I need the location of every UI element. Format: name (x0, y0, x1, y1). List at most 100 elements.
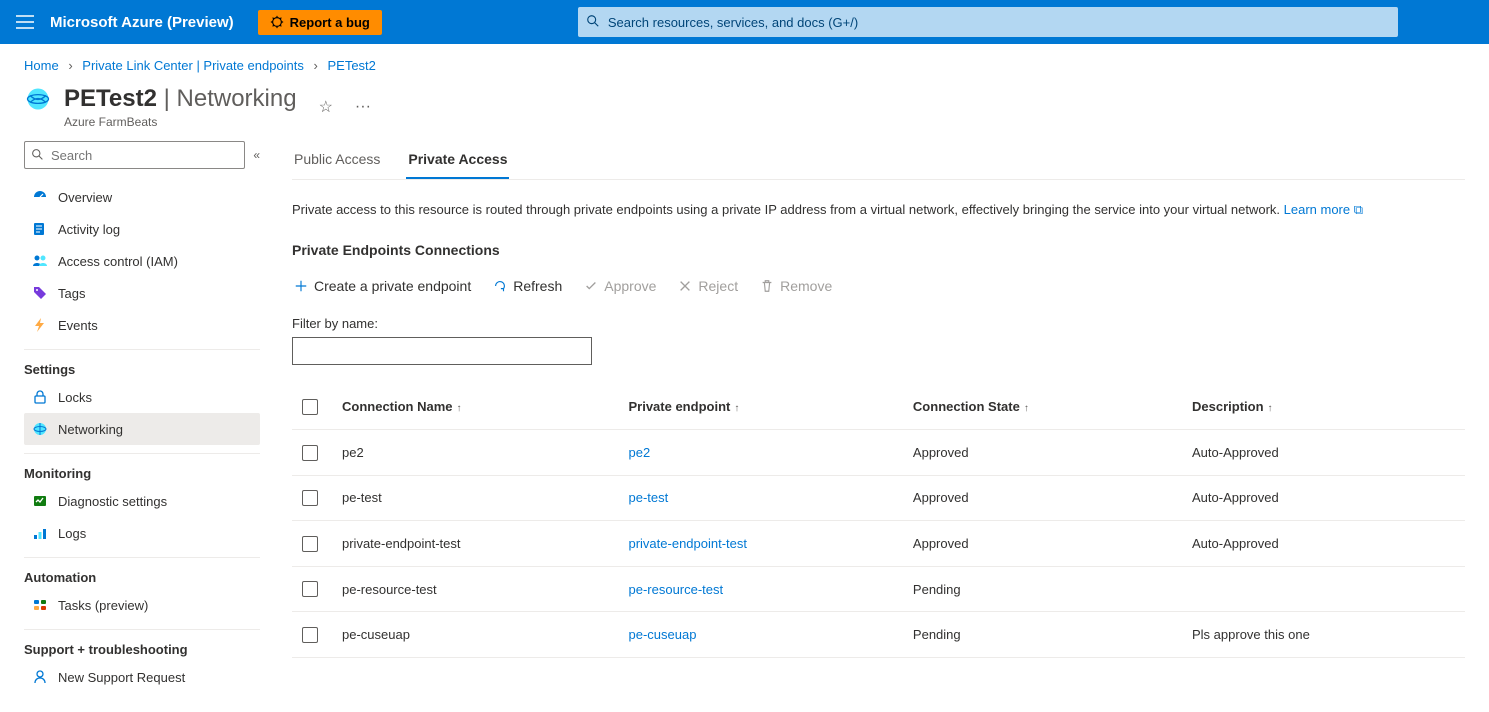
remove-button: Remove (758, 274, 834, 298)
table-row: private-endpoint-test private-endpoint-te… (292, 521, 1465, 567)
select-all-checkbox[interactable] (302, 399, 318, 415)
bug-icon (270, 15, 284, 29)
col-connection-name[interactable]: Connection Name↑ (332, 385, 618, 430)
row-checkbox[interactable] (302, 536, 318, 552)
tags-icon (32, 285, 48, 301)
resource-subtitle: Azure FarmBeats (64, 115, 297, 129)
row-checkbox[interactable] (302, 581, 318, 597)
create-endpoint-button[interactable]: Create a private endpoint (292, 274, 473, 298)
description-cell: Pls approve this one (1182, 612, 1465, 658)
lock-icon (32, 389, 48, 405)
sidebar: « Overview Activity log Access control (… (24, 141, 276, 693)
networking-icon (32, 421, 48, 437)
sidebar-item-activity-log[interactable]: Activity log (24, 213, 260, 245)
row-checkbox[interactable] (302, 627, 318, 643)
diagnostic-icon (32, 493, 48, 509)
external-link-icon: ⧉ (1354, 202, 1363, 217)
connection-state-cell: Pending (903, 612, 1182, 658)
breadcrumb-resource[interactable]: PETest2 (327, 58, 375, 73)
reject-button: Reject (676, 274, 740, 298)
sort-up-icon: ↑ (1268, 403, 1273, 414)
connection-state-cell: Approved (903, 430, 1182, 476)
tab-private-access[interactable]: Private Access (406, 141, 509, 179)
more-icon[interactable]: ··· (355, 98, 371, 116)
brand-label[interactable]: Microsoft Azure (Preview) (50, 14, 234, 31)
sidebar-search-wrap: « (24, 141, 260, 169)
sidebar-item-tasks[interactable]: Tasks (preview) (24, 589, 260, 621)
x-icon (678, 279, 692, 293)
breadcrumb-home[interactable]: Home (24, 58, 59, 73)
filter-input[interactable] (292, 337, 592, 365)
report-bug-button[interactable]: Report a bug (258, 10, 382, 35)
resource-icon (24, 85, 52, 113)
sidebar-item-diagnostic[interactable]: Diagnostic settings (24, 485, 260, 517)
events-icon (32, 317, 48, 333)
filter-label: Filter by name: (292, 316, 1465, 331)
description-cell: Auto-Approved (1182, 475, 1465, 521)
refresh-button[interactable]: Refresh (491, 274, 564, 298)
sidebar-item-locks[interactable]: Locks (24, 381, 260, 413)
table-row: pe-cuseuappe-cuseuapPendingPls approve t… (292, 612, 1465, 658)
sidebar-group-settings: Settings (24, 349, 260, 381)
table-row: pe-resource-testpe-resource-testPending (292, 566, 1465, 612)
sidebar-group-monitoring: Monitoring (24, 453, 260, 485)
row-checkbox[interactable] (302, 490, 318, 506)
connection-state-cell: Pending (903, 566, 1182, 612)
sidebar-item-logs[interactable]: Logs (24, 517, 260, 549)
resource-title: PETest2 (64, 85, 157, 112)
report-bug-label: Report a bug (290, 15, 370, 30)
sidebar-item-networking[interactable]: Networking (24, 413, 260, 445)
search-icon (586, 14, 600, 28)
sidebar-item-overview[interactable]: Overview (24, 181, 260, 213)
sidebar-group-support: Support + troubleshooting (24, 629, 260, 661)
sort-up-icon: ↑ (1024, 403, 1029, 414)
private-endpoint-link[interactable]: pe-cuseuap (628, 627, 696, 642)
tab-public-access[interactable]: Public Access (292, 141, 382, 179)
title-wrap: PETest2 | Networking Azure FarmBeats (64, 85, 297, 129)
section-title: Private Endpoints Connections (292, 242, 1465, 258)
trash-icon (760, 279, 774, 293)
sidebar-item-events[interactable]: Events (24, 309, 260, 341)
table-row: pe2pe2ApprovedAuto-Approved (292, 430, 1465, 476)
sidebar-item-support-request[interactable]: New Support Request (24, 661, 260, 693)
col-state[interactable]: Connection State↑ (903, 385, 1182, 430)
sidebar-item-iam[interactable]: Access control (IAM) (24, 245, 260, 277)
sort-up-icon: ↑ (457, 403, 462, 414)
private-endpoint-link[interactable]: pe2 (628, 445, 650, 460)
sidebar-item-tags[interactable]: Tags (24, 277, 260, 309)
filter-row: Filter by name: (292, 316, 1465, 365)
connection-name-cell: pe2 (332, 430, 618, 476)
check-icon (584, 279, 598, 293)
private-endpoint-link[interactable]: pe-test (628, 490, 668, 505)
breadcrumb: Home › Private Link Center | Private end… (0, 44, 1489, 81)
iam-icon (32, 253, 48, 269)
table-row: pe-testpe-testApprovedAuto-Approved (292, 475, 1465, 521)
description-cell (1182, 566, 1465, 612)
sidebar-search-input[interactable] (24, 141, 245, 169)
global-search-input[interactable] (578, 7, 1398, 37)
activity-log-icon (32, 221, 48, 237)
search-icon (31, 148, 44, 161)
connection-name-cell: private-endpoint-test (332, 521, 618, 567)
col-select (292, 385, 332, 430)
refresh-icon (493, 279, 507, 293)
learn-more-link[interactable]: Learn more ⧉ (1284, 202, 1363, 217)
connection-state-cell: Approved (903, 521, 1182, 567)
sort-up-icon: ↑ (734, 403, 739, 414)
private-endpoint-link[interactable]: pe-resource-test (628, 582, 723, 597)
chevron-right-icon: › (314, 58, 318, 73)
hamburger-icon[interactable] (16, 15, 34, 29)
collapse-sidebar-icon[interactable]: « (253, 148, 260, 162)
breadcrumb-plc[interactable]: Private Link Center | Private endpoints (82, 58, 304, 73)
pin-star-icon[interactable]: ☆ (319, 97, 333, 117)
page-title-section: | Networking (164, 85, 297, 112)
private-endpoint-link[interactable]: private-endpoint-test (628, 536, 747, 551)
chevron-right-icon: › (68, 58, 72, 73)
row-checkbox[interactable] (302, 445, 318, 461)
global-search (578, 7, 1398, 37)
sidebar-group-automation: Automation (24, 557, 260, 589)
col-endpoint[interactable]: Private endpoint↑ (618, 385, 902, 430)
content-area: « Overview Activity log Access control (… (0, 141, 1489, 693)
endpoints-table: Connection Name↑ Private endpoint↑ Conne… (292, 385, 1465, 658)
col-description[interactable]: Description↑ (1182, 385, 1465, 430)
